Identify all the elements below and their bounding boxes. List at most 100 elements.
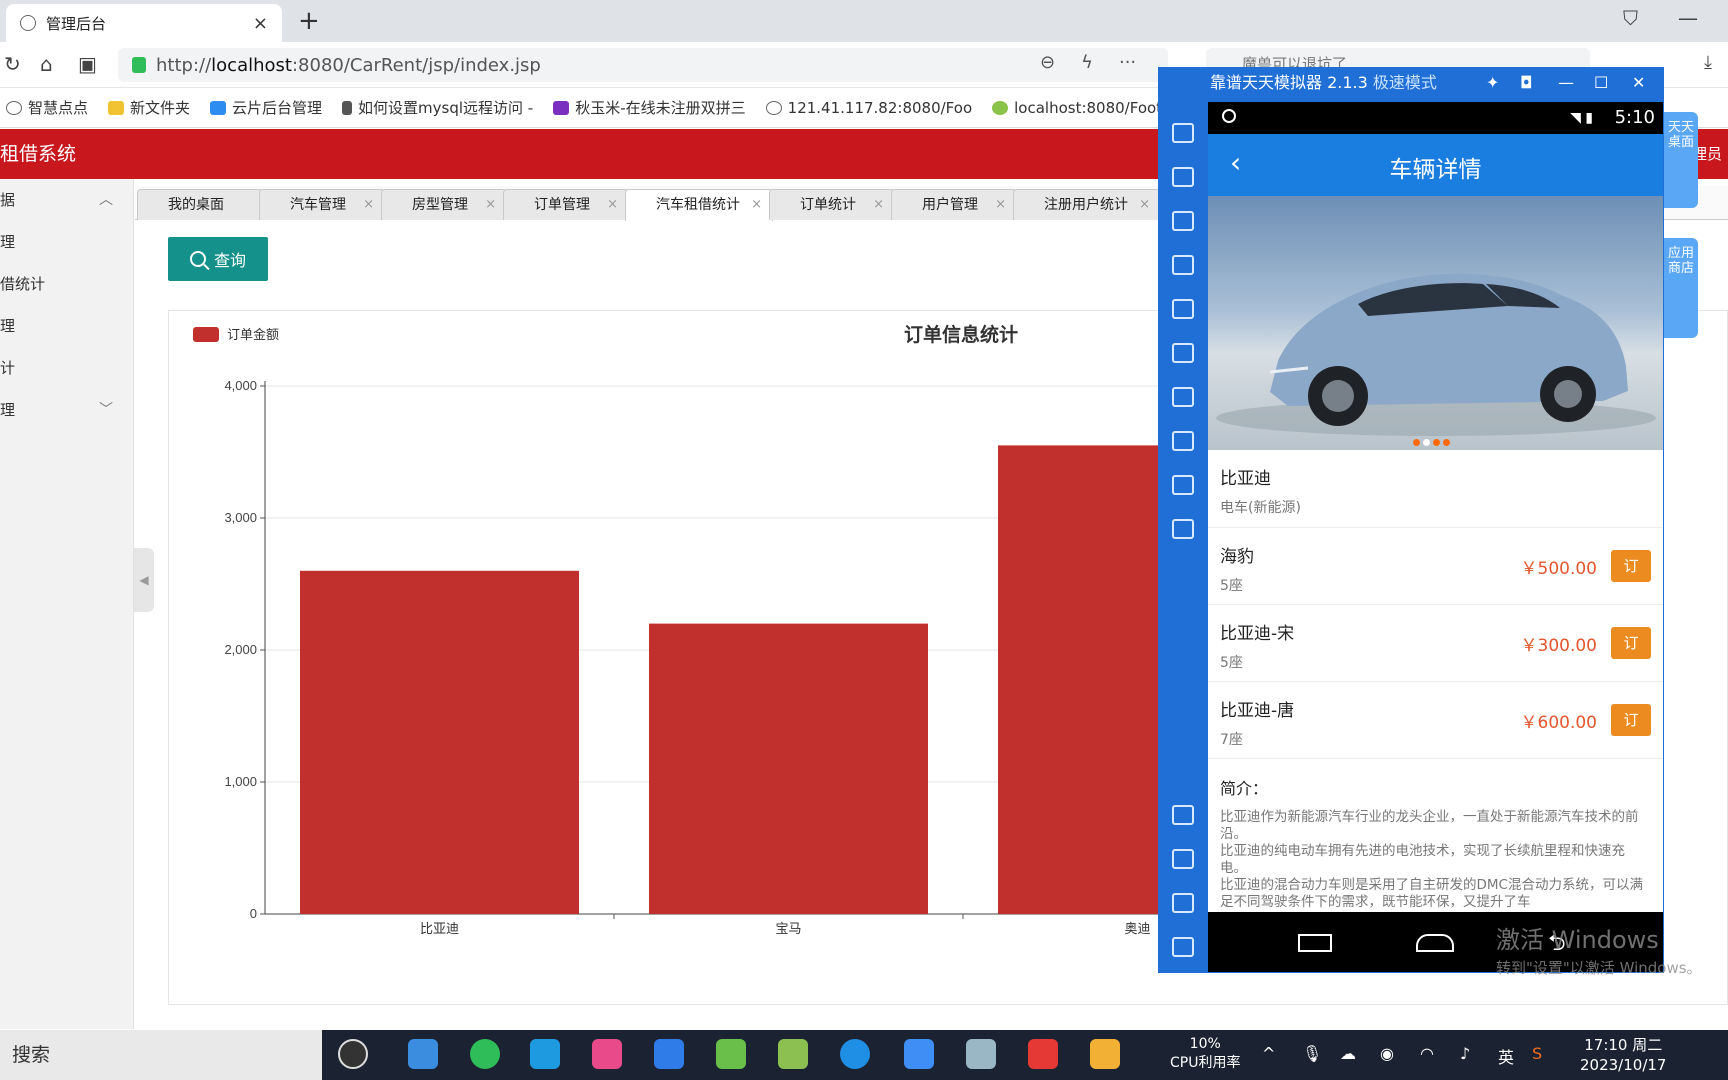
ime-indicator[interactable]: 英 <box>1498 1044 1514 1068</box>
close-icon[interactable]: ✕ <box>1632 67 1645 99</box>
more-icon[interactable]: ··· <box>1119 52 1136 73</box>
shake-icon[interactable] <box>1172 431 1194 451</box>
sidebar-item[interactable]: 计 <box>0 347 133 389</box>
query-button[interactable]: 查询 <box>168 237 268 281</box>
emulator-mode[interactable]: 极速模式 <box>1373 73 1437 92</box>
camera-icon[interactable] <box>1172 299 1194 319</box>
car-row[interactable]: 比亚迪-唐 7座 ￥600.00 订 <box>1208 682 1663 759</box>
volume-down-icon[interactable] <box>1172 849 1194 869</box>
bookmark[interactable]: 如何设置mysql远程访问 - <box>342 97 533 118</box>
sogou-ime-icon[interactable]: S <box>1532 1044 1542 1063</box>
tab-car-management[interactable]: 汽车管理 × <box>259 189 385 220</box>
note-icon[interactable] <box>966 1039 996 1069</box>
chevron-up-icon[interactable]: ^ <box>1262 1044 1275 1063</box>
side-tab-store[interactable]: 应用商店 <box>1664 238 1698 338</box>
bookmark[interactable]: localhost:8080/FootE <box>992 99 1172 117</box>
sidebar-item[interactable]: 理 <box>0 305 133 347</box>
folder-icon[interactable] <box>1090 1039 1120 1069</box>
cloud-icon[interactable] <box>530 1039 560 1069</box>
tab-order-management[interactable]: 订单管理 × <box>503 189 629 220</box>
browser-icon[interactable] <box>470 1039 500 1069</box>
android-studio-icon[interactable] <box>716 1039 746 1069</box>
browser-tab[interactable]: 管理后台 × <box>6 4 282 42</box>
close-icon[interactable]: × <box>995 190 1006 220</box>
tab-desktop[interactable]: 我的桌面 <box>137 189 263 220</box>
x-tick-label: 奥迪 <box>1124 922 1150 937</box>
intro-paragraph: 比亚迪的混合动力车则是采用了自主研发的DMC混合动力系统，可以满足不同驾驶条件下… <box>1220 877 1643 910</box>
intellij-icon[interactable] <box>592 1039 622 1069</box>
bookmark[interactable]: 秋玉米-在线未注册双拼三 <box>553 97 746 118</box>
notepad-icon[interactable] <box>778 1039 808 1069</box>
cloud-tray-icon[interactable]: ☁ <box>1340 1044 1356 1063</box>
fullscreen-icon[interactable] <box>1172 937 1194 957</box>
restore-small-icon[interactable]: ◘ <box>1520 67 1533 99</box>
close-icon[interactable]: × <box>485 190 496 220</box>
zoom-icon[interactable]: ⊖ <box>1040 52 1055 73</box>
volume-up-icon[interactable] <box>1172 805 1194 825</box>
home-icon[interactable] <box>1416 934 1454 952</box>
screenshot-icon[interactable] <box>1172 211 1194 231</box>
book-button[interactable]: 订 <box>1611 704 1651 736</box>
microphone-icon[interactable]: 🎙 <box>1302 1044 1322 1063</box>
car-image-carousel[interactable] <box>1208 196 1663 450</box>
sidebar-group[interactable]: 理 ﹀ <box>0 389 133 431</box>
files-icon[interactable] <box>654 1039 684 1069</box>
car-row[interactable]: 海豹 5座 ￥500.00 订 <box>1208 528 1663 605</box>
close-icon[interactable]: × <box>1139 190 1150 220</box>
briefcase-icon[interactable]: ▣ <box>78 52 97 76</box>
emulator-app-icon[interactable] <box>904 1039 934 1069</box>
lightning-icon[interactable]: ϟ <box>1081 52 1093 73</box>
refresh-icon[interactable]: ↻ <box>4 52 21 76</box>
pin-icon[interactable]: ✦ <box>1486 67 1499 99</box>
menu-icon[interactable] <box>1172 893 1194 913</box>
taskbar-search[interactable]: 搜索 <box>0 1030 322 1080</box>
home-icon[interactable]: ⌂ <box>40 52 53 76</box>
close-icon[interactable]: × <box>607 190 618 220</box>
robot-icon[interactable] <box>1172 519 1194 539</box>
clock[interactable]: 17:10 周二 2023/10/17 <box>1580 1035 1666 1075</box>
recents-icon[interactable] <box>1298 934 1332 952</box>
tab-room-type[interactable]: 房型管理 × <box>381 189 507 220</box>
book-button[interactable]: 订 <box>1611 550 1651 582</box>
wps-icon[interactable] <box>1028 1039 1058 1069</box>
tab-user-management[interactable]: 用户管理 × <box>891 189 1017 220</box>
maximize-icon[interactable]: ☐ <box>1594 67 1608 99</box>
sidebar-collapse-handle[interactable]: ◀ <box>134 548 154 612</box>
minimize-icon[interactable]: — <box>1678 6 1698 30</box>
close-icon[interactable]: × <box>751 190 762 220</box>
record-icon[interactable]: ◉ <box>1380 1044 1394 1063</box>
search-app-icon[interactable] <box>338 1039 368 1069</box>
tab-registered-user-stats[interactable]: 注册用户统计 × <box>1013 189 1161 220</box>
location-icon[interactable] <box>1172 343 1194 363</box>
volume-icon[interactable]: ♪ <box>1460 1044 1470 1063</box>
url-input[interactable]: http://localhost:8080/CarRent/jsp/index.… <box>118 48 1168 82</box>
rotate-icon[interactable] <box>1172 167 1194 187</box>
side-tab-desktop[interactable]: 天天桌面 <box>1664 112 1698 208</box>
new-tab-icon[interactable]: + <box>298 6 320 36</box>
bookmark[interactable]: 新文件夹 <box>108 97 190 118</box>
download-icon[interactable]: ⤓ <box>1704 52 1712 73</box>
sidebar-group[interactable]: 据 ︿ <box>0 179 133 221</box>
shirt-icon[interactable]: ⛉ <box>1623 6 1638 30</box>
sidebar-item[interactable]: 理 <box>0 221 133 263</box>
close-icon[interactable]: × <box>363 190 374 220</box>
tab-car-rental-stats[interactable]: 汽车租借统计 × <box>625 189 773 221</box>
dolphin-icon[interactable] <box>408 1039 438 1069</box>
bookmark[interactable]: 智慧点点 <box>6 97 88 118</box>
carousel-dots[interactable] <box>1413 439 1450 446</box>
keyboard-icon[interactable] <box>1172 123 1194 143</box>
network-icon[interactable]: ◠ <box>1420 1044 1434 1063</box>
sidebar-item[interactable]: 借统计 <box>0 263 133 305</box>
minimize-icon[interactable]: — <box>1558 67 1574 99</box>
book-button[interactable]: 订 <box>1611 627 1651 659</box>
tools-icon[interactable] <box>1172 475 1194 495</box>
bookmark[interactable]: 云片后台管理 <box>210 97 322 118</box>
apk-icon[interactable] <box>1172 387 1194 407</box>
close-icon[interactable]: × <box>873 190 884 220</box>
car-row[interactable]: 比亚迪-宋 5座 ￥300.00 订 <box>1208 605 1663 682</box>
install-icon[interactable] <box>1172 255 1194 275</box>
tab-order-stats[interactable]: 订单统计 × <box>769 189 895 220</box>
sogou-icon[interactable] <box>840 1039 870 1069</box>
close-icon[interactable]: × <box>253 13 268 34</box>
bookmark[interactable]: 121.41.117.82:8080/Foo <box>765 99 972 117</box>
